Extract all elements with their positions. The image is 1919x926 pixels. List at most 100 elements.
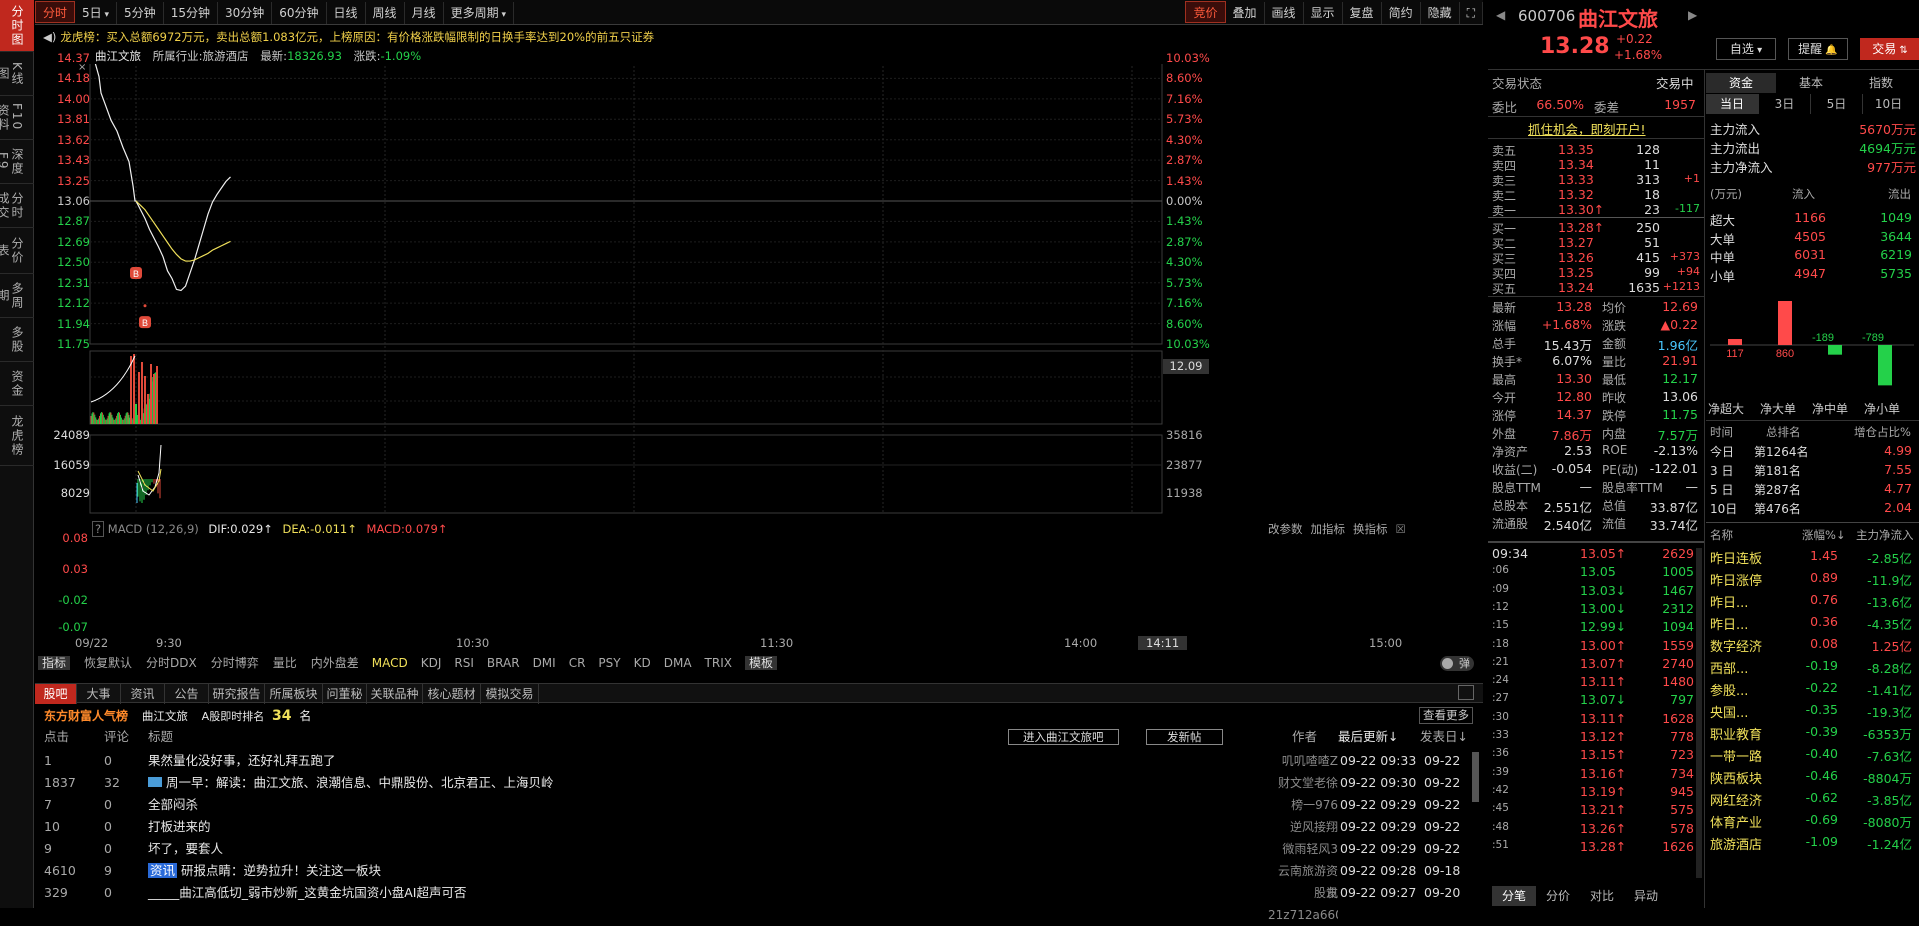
macd-btn-1[interactable]: 加指标 xyxy=(1311,522,1346,536)
guba-post-row[interactable]: 7 0 榜一976 09-22 09:29 09-22 全部闷杀 xyxy=(44,794,1474,816)
buy-marker-icon[interactable]: B xyxy=(139,316,151,329)
next-stock-icon[interactable]: ▶ xyxy=(1688,8,1697,22)
sector-name[interactable]: 参股... xyxy=(1710,680,1748,699)
col-clicks[interactable]: 点击 xyxy=(44,727,69,747)
vtab-6[interactable]: 多周期 xyxy=(0,274,34,318)
sector-name[interactable]: 职业教育 xyxy=(1710,724,1762,743)
bottom-tab-6[interactable]: 问董秘 xyxy=(323,684,367,704)
indicator-14[interactable]: DMA xyxy=(664,656,692,670)
col-posted[interactable]: 发表日↓ xyxy=(1420,727,1468,747)
post-title[interactable]: 打板进来的 xyxy=(148,816,211,838)
fund-subtab-3[interactable]: 10日 xyxy=(1862,94,1914,114)
post-title[interactable]: 周一早：解读：曲江文旅、浪潮信息、中鼎股份、北京君正、上海贝岭 xyxy=(148,772,554,794)
sector-name[interactable]: 昨日涨停 xyxy=(1710,570,1762,589)
indicator-13[interactable]: KD xyxy=(634,656,651,670)
toolbar-right-1[interactable]: 叠加 xyxy=(1226,2,1265,24)
fund-subtab-0[interactable]: 当日 xyxy=(1706,94,1758,114)
sector-name[interactable]: 昨日... xyxy=(1710,592,1748,611)
tick-tab-3[interactable]: 异动 xyxy=(1624,886,1668,906)
toolbar-right-3[interactable]: 显示 xyxy=(1304,2,1343,24)
indicator-6[interactable]: MACD xyxy=(372,656,408,670)
col-comments[interactable]: 评论 xyxy=(104,727,129,747)
buy-marker-icon[interactable]: B xyxy=(130,267,142,280)
sector-name[interactable]: 央国... xyxy=(1710,702,1748,721)
close-overlay-icon[interactable]: × xyxy=(78,64,86,73)
popup-toggle[interactable]: 弹 xyxy=(1440,656,1474,671)
sector-name[interactable]: 昨日... xyxy=(1710,614,1748,633)
tick-scrollbar[interactable] xyxy=(1696,548,1702,878)
indicator-0[interactable]: 指标 xyxy=(38,656,71,670)
industry-value[interactable]: 旅游酒店 xyxy=(203,49,249,63)
toolbar-right-0[interactable]: 竞价 xyxy=(1185,1,1226,23)
bottom-tab-3[interactable]: 公告 xyxy=(165,684,209,704)
bottom-tab-2[interactable]: 资讯 xyxy=(121,684,165,704)
indicator-9[interactable]: BRAR xyxy=(487,656,520,670)
new-post-button[interactable]: 发新帖 xyxy=(1146,729,1223,745)
indicator-11[interactable]: CR xyxy=(569,656,586,670)
help-icon[interactable]: ? xyxy=(92,521,105,537)
col-author[interactable]: 作者 xyxy=(1292,727,1317,747)
toolbar-right-4[interactable]: 复盘 xyxy=(1343,2,1382,24)
guba-post-row[interactable]: 1837 32 财文堂老徐 09-22 09:30 09-22 周一早：解读：曲江文旅、浪… xyxy=(44,772,1474,794)
col-updated[interactable]: 最后更新↓ xyxy=(1338,727,1398,747)
view-more-button[interactable]: 查看更多 xyxy=(1419,707,1473,724)
period-7[interactable]: 周线 xyxy=(366,2,405,24)
period-8[interactable]: 月线 xyxy=(405,2,444,24)
bottom-tab-8[interactable]: 核心题材 xyxy=(423,684,481,704)
period-5[interactable]: 60分钟 xyxy=(272,2,327,24)
fund-subtab-2[interactable]: 5日 xyxy=(1810,94,1862,114)
period-6[interactable]: 日线 xyxy=(327,2,366,24)
indicator-2[interactable]: 分时DDX xyxy=(146,656,197,670)
post-title[interactable]: _____曲江高低切_弱市炒新_这黄金坑国资小盘AI超声可否 xyxy=(148,882,467,904)
indicator-1[interactable]: 恢复默认 xyxy=(84,656,132,670)
indicator-7[interactable]: KDJ xyxy=(421,656,442,670)
col-title[interactable]: 标题 xyxy=(148,727,173,747)
macd-btn-2[interactable]: 换指标 xyxy=(1353,522,1388,536)
fund-tab-0[interactable]: 资金 xyxy=(1706,73,1776,93)
vtab-4[interactable]: 分时成交 xyxy=(0,184,34,228)
alert-button[interactable]: 提醒 🔔 xyxy=(1788,38,1848,60)
indicator-16[interactable]: 模板 xyxy=(744,656,777,670)
post-title[interactable]: 全部闷杀 xyxy=(148,794,198,816)
guba-post-row[interactable]: 4610 9 云南旅游资讯 09-22 09:28 09-18 资讯 研报点睛：逆势拉升！关… xyxy=(44,860,1474,900)
bottom-tab-7[interactable]: 关联品种 xyxy=(367,684,423,704)
indicator-3[interactable]: 分时博弈 xyxy=(211,656,259,670)
indicator-5[interactable]: 内外盘差 xyxy=(311,656,359,670)
fund-tab-1[interactable]: 基本 xyxy=(1776,73,1846,93)
indicator-10[interactable]: DMI xyxy=(533,656,556,670)
bottom-tab-4[interactable]: 研究报告 xyxy=(209,684,265,704)
trade-button[interactable]: 交易 ⇅ xyxy=(1860,38,1919,60)
toolbar-right-2[interactable]: 画线 xyxy=(1265,2,1304,24)
indicator-4[interactable]: 量比 xyxy=(273,656,297,670)
period-0[interactable]: 分时 xyxy=(35,1,76,23)
toolbar-right-5[interactable]: 简约 xyxy=(1382,2,1421,24)
guba-post-row[interactable]: 329 0 股友21z712a660 09-22 09:27 09-20 _____曲江高… xyxy=(44,882,1474,922)
period-9[interactable]: 更多周期 ▾ xyxy=(444,2,514,24)
sector-name[interactable]: 昨日连板 xyxy=(1710,548,1762,567)
enter-guba-button[interactable]: 进入曲江文旅吧 xyxy=(1008,729,1119,745)
fullscreen-icon[interactable]: ⛶ xyxy=(1460,2,1483,24)
post-title[interactable]: 坏了，要套人 xyxy=(148,838,223,860)
sector-name[interactable]: 西部... xyxy=(1710,658,1748,677)
indicator-15[interactable]: TRIX xyxy=(705,656,732,670)
vtab-1[interactable]: K线图 xyxy=(0,52,34,96)
close-icon[interactable]: ☒ xyxy=(1396,522,1406,536)
post-title[interactable]: 果然量化没好事，还好礼拜五跑了 xyxy=(148,750,336,772)
indicator-8[interactable]: RSI xyxy=(454,656,474,670)
guba-post-row[interactable]: 9 0 微雨轻风3 09-22 09:29 09-22 坏了，要套人 xyxy=(44,838,1474,860)
vtab-0[interactable]: 分时图 xyxy=(0,0,34,52)
vtab-5[interactable]: 分价表 xyxy=(0,228,34,274)
period-1[interactable]: 5日 ▾ xyxy=(75,2,118,24)
open-account-ad[interactable]: 抓住机会，即刻开户! xyxy=(1528,119,1646,138)
sector-name[interactable]: 一带一路 xyxy=(1710,746,1762,765)
vtab-7[interactable]: 多股 xyxy=(0,318,34,362)
macd-btn-0[interactable]: 改参数 xyxy=(1268,522,1303,536)
tick-tab-0[interactable]: 分笔 xyxy=(1492,886,1536,906)
vtab-9[interactable]: 龙虎榜 xyxy=(0,406,34,466)
indicator-12[interactable]: PSY xyxy=(598,656,620,670)
bottom-tab-9[interactable]: 模拟交易 xyxy=(481,684,539,704)
bottom-tab-0[interactable]: 股吧 xyxy=(35,684,77,704)
guba-post-row[interactable]: 1 0 叽叽喳喳Z 09-22 09:33 09-22 果然量化没好事，还好礼拜五跑了 xyxy=(44,750,1474,772)
toolbar-right-6[interactable]: 隐藏 xyxy=(1421,2,1460,24)
vtab-3[interactable]: 深度F9 xyxy=(0,140,34,184)
